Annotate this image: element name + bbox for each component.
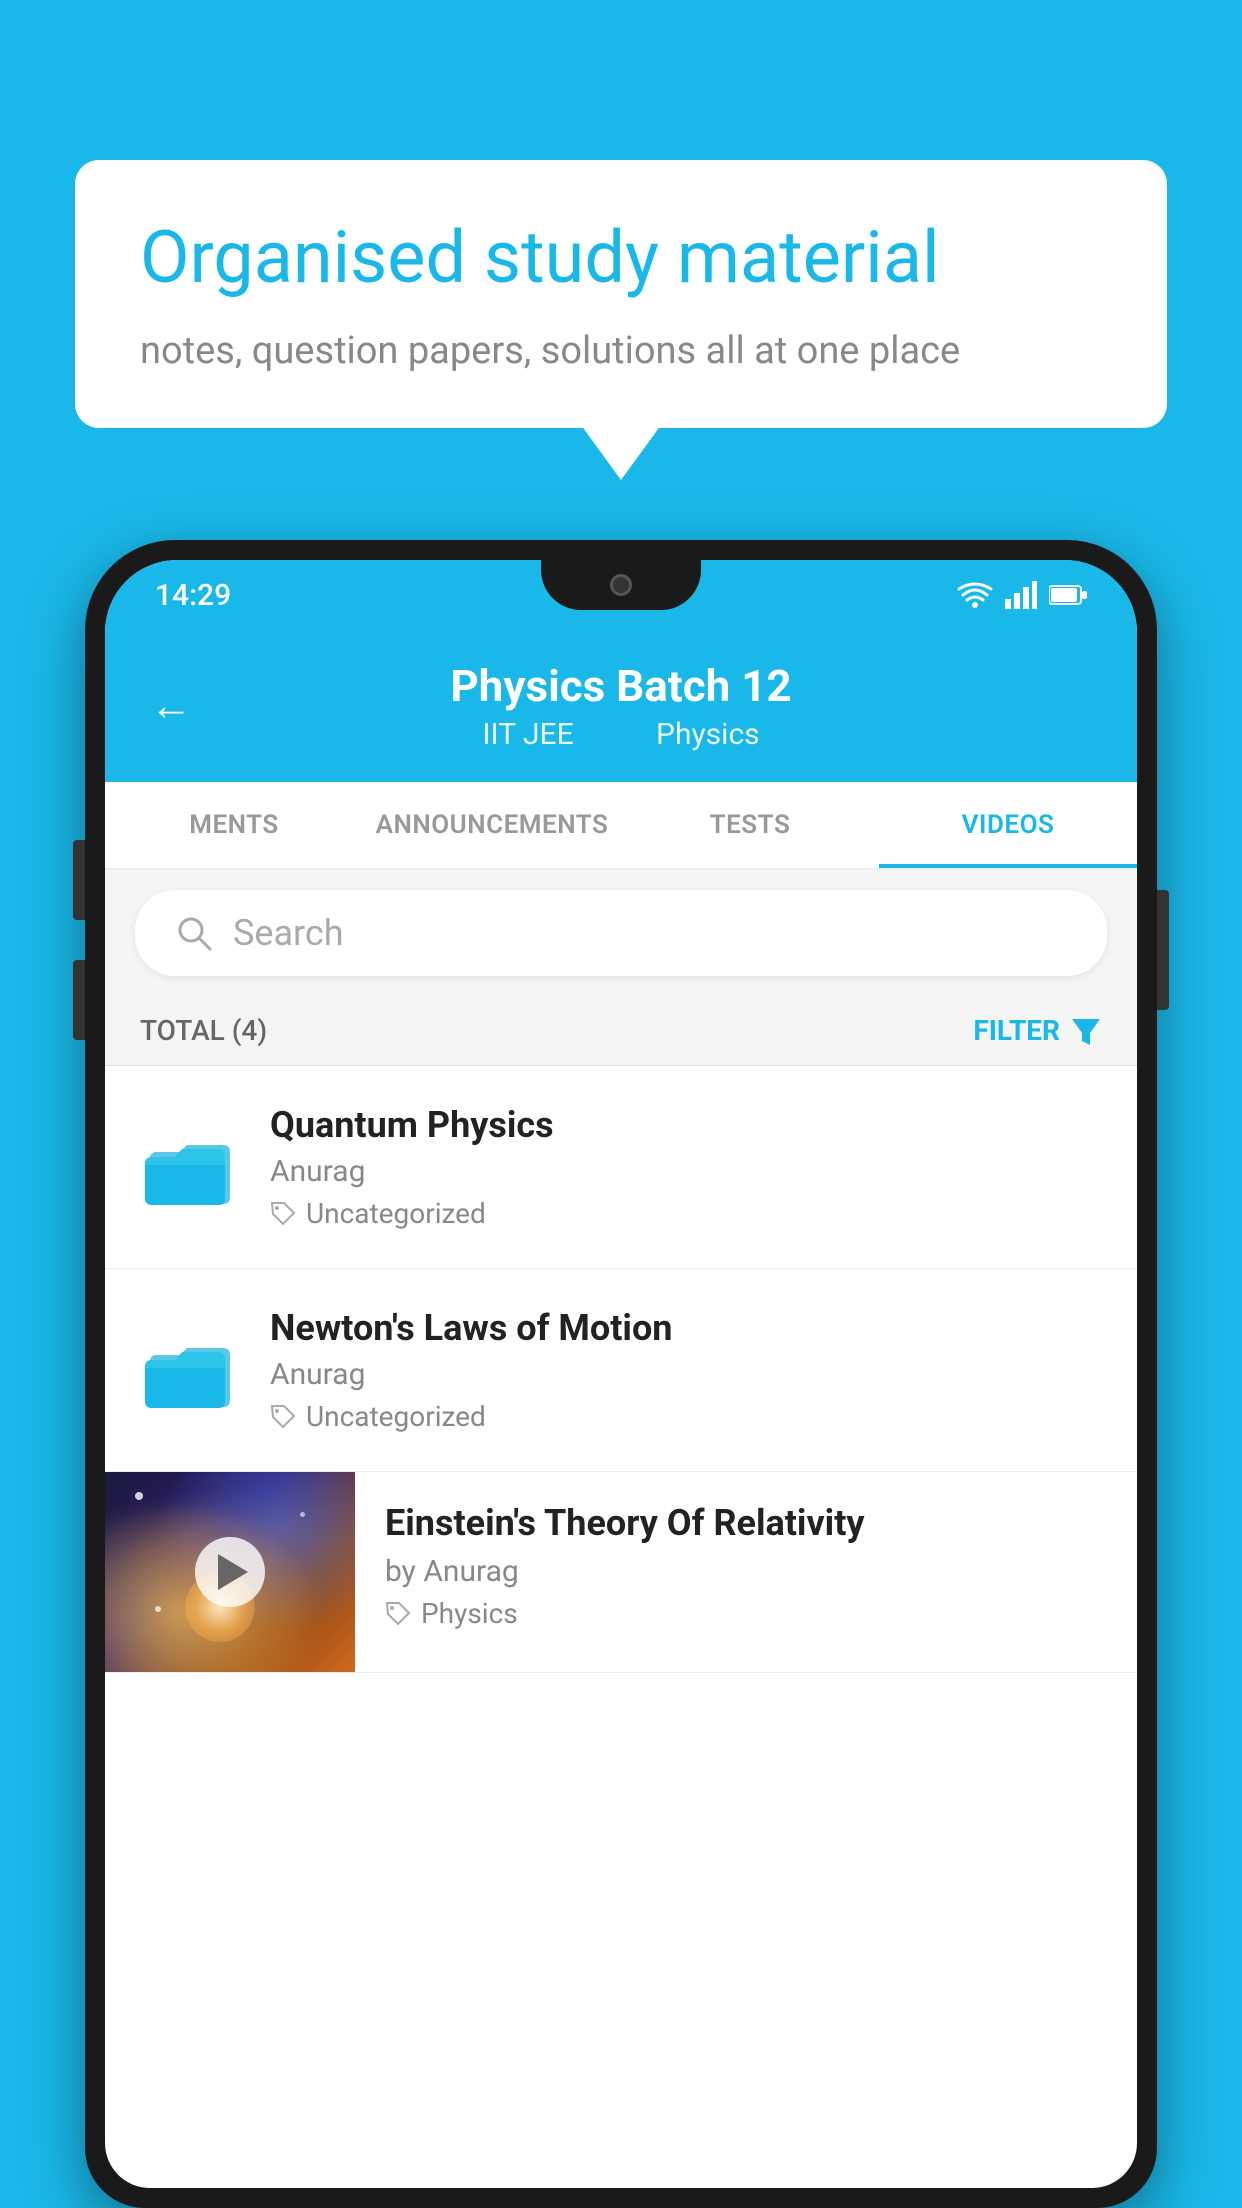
signal-icon [1005, 581, 1037, 609]
total-count: TOTAL (4) [140, 1014, 267, 1047]
speech-bubble: Organised study material notes, question… [75, 160, 1167, 428]
search-icon [175, 914, 213, 952]
wifi-icon [957, 581, 993, 609]
list-item[interactable]: Newton's Laws of Motion Anurag Uncategor… [105, 1269, 1137, 1472]
filter-label: FILTER [973, 1014, 1060, 1047]
status-time: 14:29 [155, 578, 231, 613]
app-header: ← Physics Batch 12 IIT JEE Physics [105, 630, 1137, 782]
list-item[interactable]: Einstein's Theory Of Relativity by Anura… [105, 1472, 1137, 1673]
video-author: Anurag [270, 1357, 1102, 1392]
list-item[interactable]: Quantum Physics Anurag Uncategorized [105, 1066, 1137, 1269]
phone-mockup: 14:29 [85, 540, 1157, 2208]
tab-ments[interactable]: MENTS [105, 782, 363, 868]
video-info-einstein: Einstein's Theory Of Relativity by Anura… [355, 1472, 1137, 1660]
folder-icon [145, 1127, 235, 1207]
item-thumbnail-newton [140, 1330, 240, 1410]
bubble-title: Organised study material [140, 215, 1102, 301]
tab-tests[interactable]: TESTS [621, 782, 879, 868]
video-tag-label: Uncategorized [306, 1400, 486, 1433]
phone-screen: 14:29 [105, 560, 1137, 2188]
back-button[interactable]: ← [150, 682, 192, 731]
video-title: Newton's Laws of Motion [270, 1307, 1102, 1349]
play-button[interactable] [195, 1537, 265, 1607]
video-tag: Uncategorized [270, 1400, 1102, 1433]
header-subtitle-iitjee: IIT JEE [482, 717, 573, 752]
video-author: by Anurag [385, 1554, 1107, 1589]
status-icons [957, 581, 1087, 609]
video-author: Anurag [270, 1154, 1102, 1189]
search-bar[interactable]: Search [135, 890, 1107, 976]
bubble-subtitle: notes, question papers, solutions all at… [140, 329, 1102, 373]
header-subtitle: IIT JEE Physics [467, 717, 774, 752]
video-tag: Uncategorized [270, 1197, 1102, 1230]
search-container: Search [105, 870, 1137, 996]
play-icon [218, 1554, 248, 1590]
video-title: Quantum Physics [270, 1104, 1102, 1146]
header-subtitle-physics: Physics [656, 717, 760, 752]
video-title: Einstein's Theory Of Relativity [385, 1502, 1107, 1544]
search-placeholder: Search [233, 912, 344, 954]
tag-icon [270, 1201, 296, 1227]
tab-announcements[interactable]: ANNOUNCEMENTS [363, 782, 621, 868]
video-tag-label: Uncategorized [306, 1197, 486, 1230]
video-list: Quantum Physics Anurag Uncategorized [105, 1066, 1137, 1673]
volume-down-button [73, 960, 85, 1040]
camera [610, 574, 632, 596]
filter-row: TOTAL (4) FILTER [105, 996, 1137, 1066]
phone-notch [541, 560, 701, 610]
tag-icon [385, 1601, 411, 1627]
video-tag: Physics [385, 1597, 1107, 1630]
filter-icon [1070, 1015, 1102, 1047]
power-button [1157, 890, 1169, 1010]
volume-up-button [73, 840, 85, 920]
battery-icon [1049, 584, 1087, 606]
speech-bubble-container: Organised study material notes, question… [75, 160, 1167, 428]
tag-icon [270, 1404, 296, 1430]
video-tag-label: Physics [421, 1597, 518, 1630]
folder-icon [145, 1330, 235, 1410]
video-info-newton: Newton's Laws of Motion Anurag Uncategor… [270, 1307, 1102, 1433]
tab-videos[interactable]: VIDEOS [879, 782, 1137, 868]
filter-button[interactable]: FILTER [973, 1014, 1102, 1047]
item-thumbnail-quantum [140, 1127, 240, 1207]
tabs-bar: MENTS ANNOUNCEMENTS TESTS VIDEOS [105, 782, 1137, 870]
header-subtitle-separator [611, 717, 626, 752]
video-info-quantum: Quantum Physics Anurag Uncategorized [270, 1104, 1102, 1230]
header-title: Physics Batch 12 [450, 660, 791, 712]
item-thumbnail-einstein [105, 1472, 355, 1672]
status-bar: 14:29 [105, 560, 1137, 630]
